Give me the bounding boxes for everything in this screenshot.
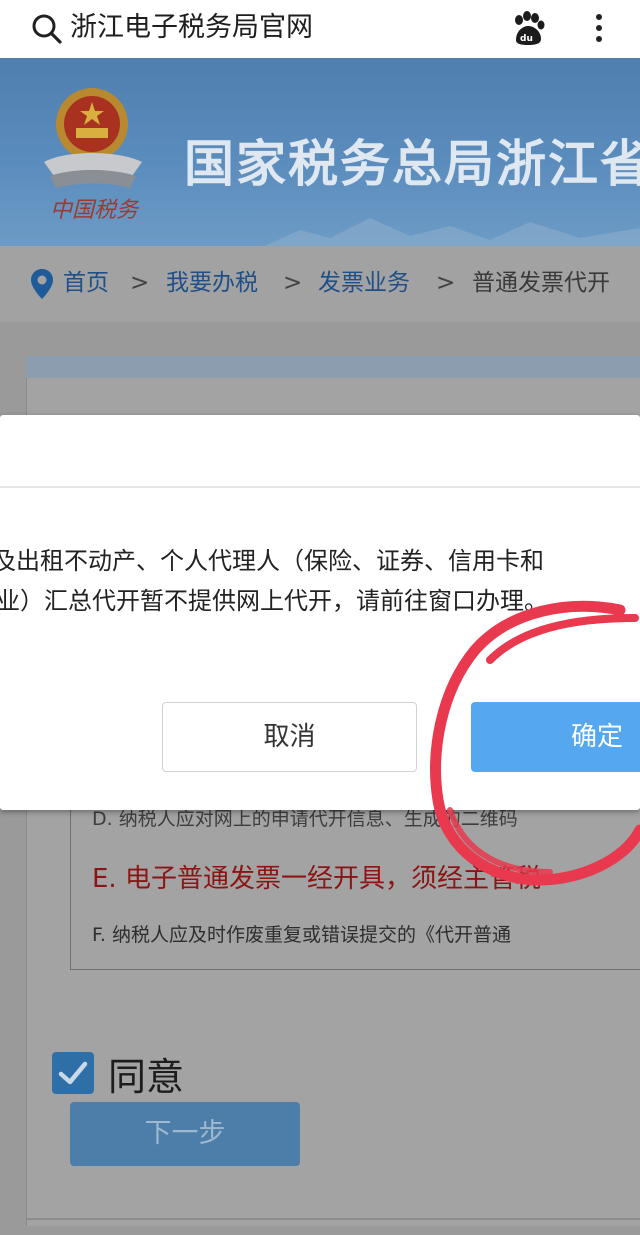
term-e-highlight: E. 电子普通发票一经开具，须经主管税 <box>92 864 541 894</box>
search-icon[interactable] <box>30 12 64 46</box>
modal-message-line-1: 及出租不动产、个人代理人（保险、证券、信用卡和 <box>0 547 544 575</box>
next-step-button[interactable]: 下一步 <box>70 1102 300 1166</box>
breadcrumb-separator: > <box>283 270 303 296</box>
banner-title: 国家税务总局浙江省 <box>184 134 640 193</box>
breadcrumb-home[interactable]: 首页 <box>63 266 109 300</box>
site-banner: 中国税务 国家税务总局浙江省 <box>0 58 640 246</box>
agree-label: 同意 <box>108 1055 185 1099</box>
checkmark-icon <box>58 1061 88 1085</box>
confirm-button-label: 确定 <box>571 722 624 752</box>
breadcrumb-current-page: 普通发票代开 <box>472 270 610 296</box>
confirm-button[interactable]: 确定 <box>471 702 640 772</box>
agree-checkbox[interactable] <box>52 1052 94 1094</box>
banner-mountains-decoration <box>264 218 640 246</box>
browser-top-bar: 浙江电子税务局官网 du <box>0 0 640 58</box>
content-bottom-divider <box>26 1218 640 1220</box>
term-f: F. 纳税人应及时作废重复或错误提交的《代开普通 <box>92 924 511 946</box>
notice-modal: 及出租不动产、个人代理人（保险、证券、信用卡和 业）汇总代开暂不提供网上代开，请… <box>0 415 640 810</box>
cancel-button[interactable]: 取消 <box>162 702 417 772</box>
search-query-title[interactable]: 浙江电子税务局官网 <box>70 10 313 46</box>
content-card-header <box>26 356 640 378</box>
svg-text:du: du <box>520 34 533 44</box>
modal-message-line-2: 业）汇总代开暂不提供网上代开，请前往窗口办理。 <box>0 587 548 615</box>
breadcrumb-separator: > <box>436 270 456 296</box>
baidu-paw-icon[interactable]: du <box>510 10 546 46</box>
breadcrumb-invoice-business[interactable]: 发票业务 <box>318 266 410 300</box>
banner-seal-text: 中国税务 <box>50 198 139 223</box>
location-pin-icon <box>31 269 53 299</box>
more-options-icon[interactable] <box>588 10 610 46</box>
modal-header-divider <box>0 486 640 488</box>
breadcrumb-tax-handling[interactable]: 我要办税 <box>166 266 258 300</box>
breadcrumb-separator: > <box>130 270 150 296</box>
